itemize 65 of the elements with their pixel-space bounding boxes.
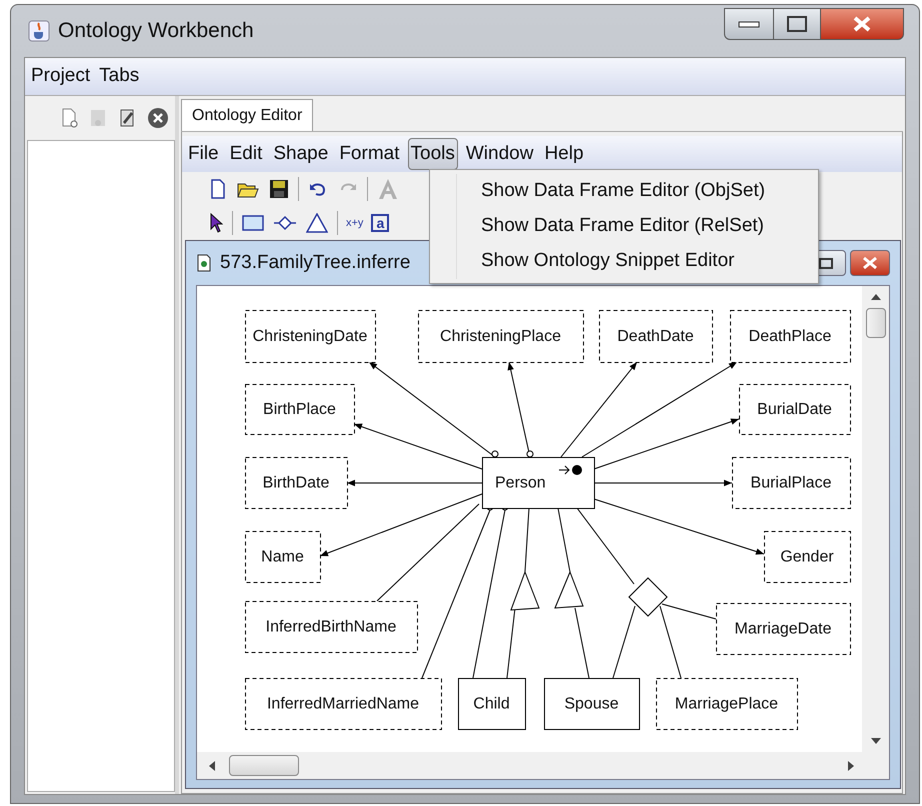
lexical-object-set: MarriageDate [716,603,851,655]
window-title: Ontology Workbench [58,18,254,44]
undo-icon[interactable] [308,181,328,197]
object-set: Child [458,678,526,730]
optional-marker-icon [492,450,498,458]
menu-item[interactable]: Tools [408,138,458,170]
menu-item[interactable]: Edit [226,138,266,170]
close-button[interactable] [820,8,904,40]
menu-item[interactable]: Show Data Frame Editor (ObjSet) [456,174,790,209]
tab[interactable]: Ontology Editor [181,99,314,131]
java-cup-icon [28,20,50,42]
close-icon [853,16,871,32]
lexical-object-set: BirthDate [245,457,348,509]
close-icon [862,256,878,270]
diamond-icon[interactable] [274,215,296,231]
maximize-icon [787,16,807,32]
formula-button[interactable]: x+y [342,214,368,232]
connector-line [558,508,570,572]
relationship-diamond [628,577,668,617]
restore-icon [818,256,834,270]
lexical-object-set: DeathPlace [730,310,851,363]
menu-item[interactable]: Project [31,62,90,91]
generalization-triangle [554,570,584,609]
horizontal-scrollbar[interactable] [197,752,889,779]
minimize-icon [738,20,760,28]
rectangle-icon[interactable] [242,215,264,231]
lexical-object-set: InferredMarriedName [245,678,442,730]
text-box-button[interactable]: a [371,214,390,232]
new-document-icon[interactable] [61,108,79,128]
maximize-button[interactable] [774,8,820,40]
close-button[interactable] [850,250,890,276]
menu-item[interactable]: Shape [270,138,332,170]
menu-item[interactable]: File [185,138,222,170]
scroll-thumb[interactable] [229,755,299,776]
lexical-object-set: BurialPlace [732,457,851,509]
vertical-scrollbar[interactable] [862,286,889,752]
lexical-object-set: DeathDate [599,310,713,363]
lexical-object-set: ChristeningPlace [418,310,584,363]
menu-item[interactable]: Format [336,138,403,170]
menu-item[interactable]: Tabs [99,62,140,91]
lexical-object-set: InferredBirthName [245,601,418,653]
optional-marker-icon [526,450,534,458]
lexical-object-set: BirthPlace [245,384,355,435]
menu-item[interactable]: Show Data Frame Editor (RelSet) [456,209,788,244]
lexical-object-set: MarriagePlace [656,678,798,730]
scroll-thumb[interactable] [866,308,886,338]
generalization-triangle [510,570,540,611]
pointer-icon[interactable] [209,213,223,233]
key-marker-icon [558,465,582,475]
lexical-object-set: Gender [764,531,851,583]
close-icon[interactable] [147,107,169,129]
new-document-icon[interactable] [209,179,227,199]
connector-line [524,508,530,572]
menu-item[interactable]: Help [541,138,587,170]
diagram-window-title: 573.FamilyTree.inferre [220,250,410,275]
lexical-object-set: ChristeningDate [245,310,376,363]
minimize-button[interactable] [724,8,774,40]
lexical-object-set: BurialDate [739,384,851,435]
triangle-icon[interactable] [306,213,328,233]
document-icon [196,254,212,272]
menu-item[interactable]: Show Ontology Snippet Editor [456,244,758,279]
connector-line [574,608,590,678]
object-set: Spouse [544,678,640,730]
lexical-object-set: Name [245,531,321,583]
menu-item[interactable]: Window [462,138,536,170]
